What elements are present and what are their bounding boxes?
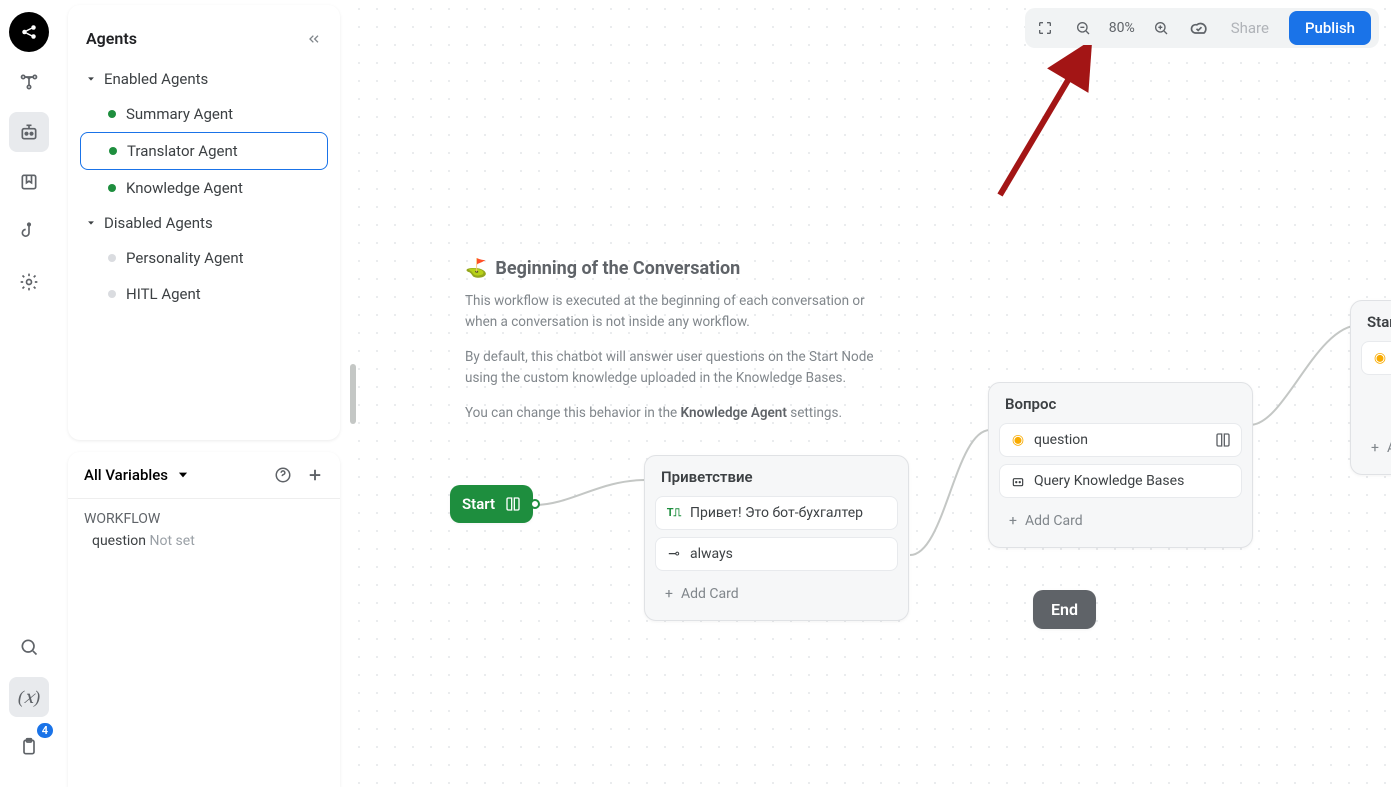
canvas-toolbar: 80% Share Publish — [1025, 8, 1379, 48]
add-variable-icon[interactable] — [306, 466, 324, 484]
card-generic[interactable]: ◉ S — [1361, 341, 1391, 375]
card-message[interactable]: T⎍ Привет! Это бот-бухгалтер — [655, 496, 898, 530]
status-dot-disabled — [108, 254, 116, 262]
status-dot-disabled — [108, 290, 116, 298]
expand-icon[interactable] — [1033, 16, 1057, 40]
flow-icon[interactable] — [9, 62, 49, 102]
variable-group-label: WORKFLOW — [84, 511, 324, 527]
node-title: Приветствие — [655, 468, 898, 496]
clipboard-icon[interactable]: 4 — [9, 727, 49, 767]
status-dot-enabled — [109, 147, 117, 155]
help-icon[interactable] — [274, 466, 292, 484]
info-paragraph-1: This workflow is executed at the beginni… — [465, 291, 885, 333]
zoom-level: 80% — [1109, 20, 1135, 36]
output-port[interactable] — [530, 499, 540, 509]
disabled-agents-header[interactable]: Disabled Agents — [68, 206, 340, 240]
variables-panel: All Variables WORKFLOW question Not set — [68, 452, 340, 787]
collapse-icon[interactable] — [306, 31, 322, 47]
book-icon — [1215, 432, 1231, 448]
enabled-agents-label: Enabled Agents — [104, 70, 208, 88]
agent-item-personality[interactable]: Personality Agent — [80, 240, 328, 276]
node-greeting[interactable]: Приветствие T⎍ Привет! Это бот-бухгалтер… — [644, 455, 909, 621]
node-question[interactable]: Вопрос ◉ question Query Knowledge Bases … — [988, 382, 1253, 548]
node-standard[interactable]: Stand ◉ S + A — [1350, 300, 1391, 475]
status-dot-enabled — [108, 110, 116, 118]
node-start[interactable]: Start — [450, 485, 533, 523]
hook-icon[interactable] — [9, 212, 49, 252]
bulb-icon: ◉ — [1010, 432, 1026, 448]
search-icon[interactable] — [9, 627, 49, 667]
publish-button[interactable]: Publish — [1289, 11, 1371, 45]
gear-icon[interactable] — [9, 262, 49, 302]
robot-icon[interactable] — [9, 112, 49, 152]
enabled-agents-header[interactable]: Enabled Agents — [68, 62, 340, 96]
agent-item-knowledge[interactable]: Knowledge Agent — [80, 170, 328, 206]
variables-dropdown[interactable]: All Variables — [84, 466, 190, 484]
sidebar-title: Agents — [86, 29, 137, 48]
zoom-in-icon[interactable] — [1149, 16, 1173, 40]
zoom-out-icon[interactable] — [1071, 16, 1095, 40]
agent-item-summary[interactable]: Summary Agent — [80, 96, 328, 132]
info-paragraph-2: By default, this chatbot will answer use… — [465, 347, 885, 389]
agents-sidebar: Agents Enabled Agents Summary Agent Tran… — [68, 5, 340, 440]
bookmark-icon[interactable] — [9, 162, 49, 202]
share-button[interactable]: Share — [1225, 19, 1275, 37]
plus-icon: + — [1009, 513, 1017, 529]
text-icon: T⎍ — [666, 506, 682, 520]
card-transition[interactable]: ⊸ always — [655, 537, 898, 571]
variable-icon[interactable]: (𝑥) — [9, 677, 49, 717]
card-query-kb[interactable]: Query Knowledge Bases — [999, 464, 1242, 498]
plus-icon: + — [1371, 440, 1379, 456]
info-card: ⛳ Beginning of the Conversation This work… — [465, 258, 885, 438]
bulb-icon: ◉ — [1372, 350, 1388, 366]
share-network-icon[interactable] — [9, 12, 49, 52]
flag-emoji-icon: ⛳ — [465, 258, 487, 279]
info-paragraph-3: You can change this behavior in the Know… — [465, 403, 885, 424]
node-end[interactable]: End — [1033, 590, 1096, 629]
info-title: Beginning of the Conversation — [495, 258, 740, 279]
transition-icon: ⊸ — [666, 546, 682, 562]
disabled-agents-label: Disabled Agents — [104, 214, 213, 232]
add-card-button[interactable]: + Add Card — [999, 505, 1242, 537]
book-icon — [505, 496, 521, 512]
workflow-canvas[interactable]: 80% Share Publish ⛳ Beginning of the Conv… — [350, 0, 1391, 787]
icon-rail: (𝑥) 4 — [0, 0, 58, 787]
agent-item-translator[interactable]: Translator Agent — [80, 132, 328, 170]
node-title: Вопрос — [999, 395, 1242, 423]
cloud-sync-icon[interactable] — [1187, 16, 1211, 40]
annotation-arrow — [990, 45, 1100, 205]
notification-badge: 4 — [37, 723, 53, 738]
variable-row[interactable]: question Not set — [84, 533, 324, 549]
agent-item-hitl[interactable]: HITL Agent — [80, 276, 328, 312]
canvas-scrollbar[interactable] — [350, 364, 356, 424]
node-title: Stand — [1361, 313, 1391, 341]
card-capture[interactable]: ◉ question — [999, 423, 1242, 457]
plus-icon: + — [665, 586, 673, 602]
status-dot-enabled — [108, 184, 116, 192]
robot-small-icon — [1010, 474, 1026, 488]
add-card-button[interactable]: + Add Card — [655, 578, 898, 610]
add-card-button[interactable]: + A — [1361, 432, 1391, 464]
